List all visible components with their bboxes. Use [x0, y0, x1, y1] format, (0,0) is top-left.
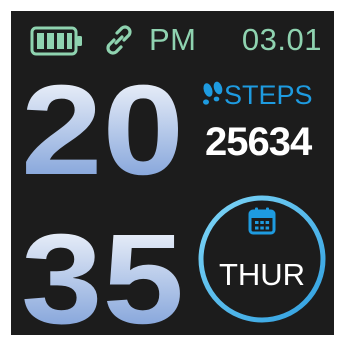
calendar-icon [248, 207, 276, 235]
footprints-icon [203, 81, 223, 105]
minutes-value: 35 [21, 208, 184, 335]
steps-label: STEPS [224, 80, 313, 110]
weekday-label: THUR [218, 257, 306, 292]
hours-value: 20 [21, 59, 184, 202]
watch-face: PM 03.01 20 35 STEPS 25634 THUR [11, 11, 334, 335]
steps-count: 25634 [205, 120, 312, 164]
